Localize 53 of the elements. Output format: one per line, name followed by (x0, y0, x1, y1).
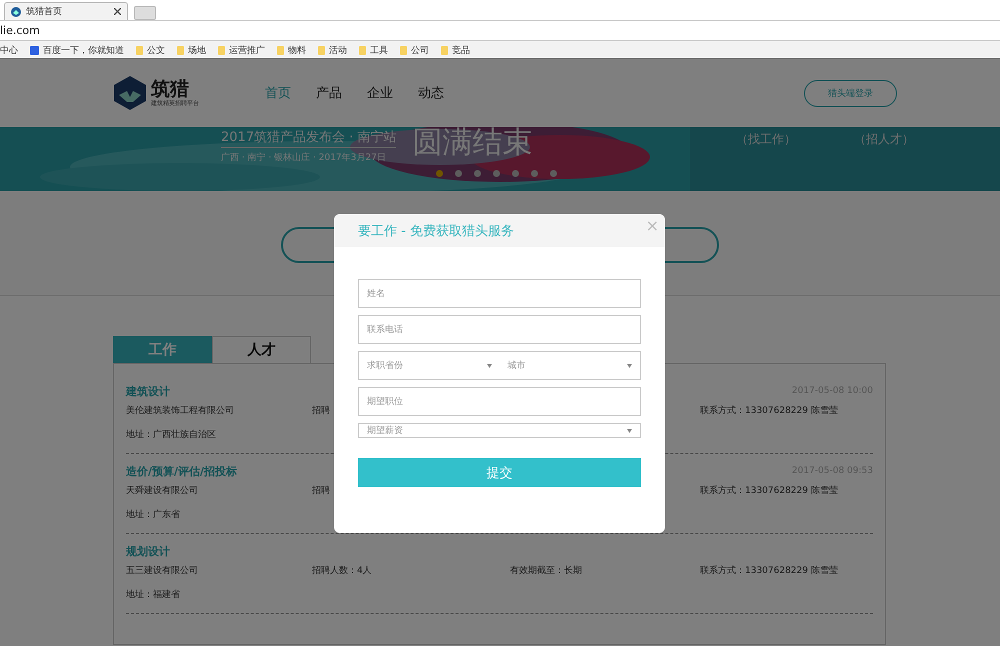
company-name: 美伦建筑装饰工程有限公司 (126, 404, 235, 417)
banner-headline: 圆满结束 (412, 127, 532, 161)
event-title: 2017筑猎产品发布会 · 南宁站 (221, 128, 396, 148)
close-icon[interactable] (114, 8, 121, 15)
caret-icon (627, 428, 632, 432)
address-text: 地址：广东省 (126, 510, 180, 520)
folder-icon (400, 46, 407, 54)
address-text: 地址：福建省 (126, 590, 180, 600)
bookmark[interactable]: 中心 (0, 44, 18, 56)
dropdown-field[interactable]: 期望薪资 (358, 423, 641, 438)
bookmark[interactable]: 场地 (177, 44, 206, 56)
headcount-text: 招聘人数：4人 (312, 564, 373, 577)
nav-link[interactable]: 产品 (316, 84, 342, 102)
bookmark[interactable]: 物料 (277, 44, 306, 56)
bookmark[interactable]: 工具 (359, 44, 388, 56)
paw-icon (30, 46, 39, 54)
modal-title: 要工作 - 免费获取猎头服务 (358, 222, 514, 240)
site-icon (11, 6, 21, 16)
contact-text: 联系方式：13307628229 陈雪莹 (700, 564, 839, 577)
logo-text: 筑猎 (151, 78, 190, 98)
nav-link[interactable]: 动态 (418, 84, 444, 102)
bookmark[interactable]: 活动 (318, 44, 347, 56)
tab[interactable]: 人才 (212, 336, 311, 363)
folder-icon (318, 46, 325, 54)
folder-icon (277, 46, 284, 54)
contact-text: 联系方式：13307628229 陈雪莹 (700, 404, 839, 417)
folder-icon (136, 46, 143, 54)
headcount-text: 招聘 (312, 404, 331, 417)
text-field[interactable]: 姓名 (358, 279, 641, 308)
new-tab-button[interactable] (134, 6, 156, 20)
event-subtitle: 广西 · 南宁 · 银林山庄 · 2017年3月27日 (221, 152, 387, 164)
contact-text: 联系方式：13307628229 陈雪莹 (700, 484, 839, 497)
headcount-text: 招聘 (312, 484, 331, 497)
bookmark[interactable]: 运营推广 (218, 44, 265, 56)
folder-icon (359, 46, 366, 54)
tab-title: 筑猎首页 (26, 6, 63, 18)
folder-icon (441, 46, 448, 54)
nav-link[interactable]: 企业 (367, 84, 393, 102)
validity-text: 有效期截至：长期 (510, 564, 583, 577)
company-name: 天舜建设有限公司 (126, 484, 199, 497)
address-text[interactable]: lie.com (0, 24, 40, 37)
folder-icon (177, 46, 184, 54)
bookmark[interactable]: 百度一下，你就知道 (30, 44, 124, 56)
bookmark[interactable]: 公司 (400, 44, 429, 56)
bookmark[interactable]: 竞品 (441, 44, 470, 56)
browser-tab[interactable]: 筑猎首页 (4, 2, 128, 20)
logo-icon (113, 75, 147, 111)
bookmark[interactable]: 公文 (136, 44, 165, 56)
address-text: 地址：广西壮族自治区 (126, 430, 216, 440)
folder-icon (218, 46, 225, 54)
company-name: 五三建设有限公司 (126, 564, 199, 577)
text-field[interactable]: 联系电话 (358, 315, 641, 344)
text-field[interactable]: 期望职位 (358, 387, 641, 416)
